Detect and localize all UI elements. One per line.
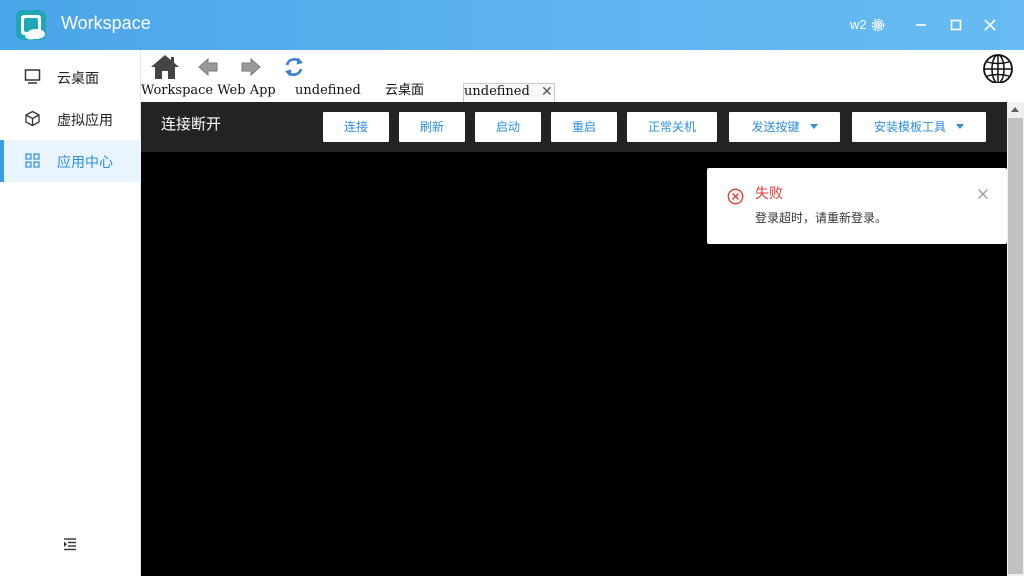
start-button[interactable]: 启动: [475, 112, 541, 142]
toast-message: 登录超时，请重新登录。: [755, 211, 888, 225]
user-name[interactable]: w2: [850, 17, 867, 32]
monitor-icon: [24, 69, 41, 84]
error-circle-icon: [727, 188, 744, 205]
sidebar-item-virtual-apps[interactable]: 虚拟应用: [0, 98, 141, 140]
sidebar-item-label: 虚拟应用: [57, 112, 113, 128]
collapse-menu-icon[interactable]: [62, 536, 78, 552]
scrollbar-thumb[interactable]: [1008, 118, 1023, 574]
back-arrow-icon[interactable]: [197, 57, 219, 77]
connect-button[interactable]: 连接: [323, 112, 389, 142]
globe-icon[interactable]: [982, 53, 1014, 85]
send-keys-label: 发送按键: [751, 120, 800, 134]
sidebar: 云桌面 虚拟应用 应用中心: [0, 50, 141, 576]
minimize-icon[interactable]: [913, 17, 929, 33]
sidebar-item-label: 云桌面: [57, 70, 99, 86]
restart-button[interactable]: 重启: [551, 112, 617, 142]
install-template-tools-label: 安装模板工具: [873, 120, 946, 134]
sidebar-item-label: 应用中心: [57, 154, 113, 170]
sidebar-item-cloud-desktop[interactable]: 云桌面: [0, 56, 141, 98]
send-keys-dropdown[interactable]: 发送按键: [729, 112, 840, 142]
close-icon[interactable]: [982, 17, 998, 33]
shutdown-button[interactable]: 正常关机: [627, 112, 717, 142]
toast-close-icon[interactable]: [977, 188, 989, 200]
refresh-icon[interactable]: [283, 56, 305, 78]
error-toast: 失败 登录超时，请重新登录。: [707, 168, 1007, 244]
tab-cloud-desktop[interactable]: 云桌面: [385, 83, 424, 102]
tab-close-icon[interactable]: ✕: [541, 84, 553, 100]
forward-arrow-icon[interactable]: [240, 57, 262, 77]
refresh-button[interactable]: 刷新: [399, 112, 465, 142]
sidebar-item-app-center[interactable]: 应用中心: [0, 140, 141, 182]
tab-undefined-1[interactable]: undefined: [295, 83, 361, 102]
app-logo-icon: [16, 10, 46, 40]
install-template-tools-dropdown[interactable]: 安装模板工具: [852, 112, 986, 142]
caret-down-icon: [809, 124, 818, 129]
tab-strip: Workspace Web App undefined 云桌面 undefine…: [141, 83, 1024, 102]
gear-icon[interactable]: [870, 17, 886, 33]
grid-icon: [25, 153, 40, 168]
toast-title: 失败: [755, 185, 783, 201]
connection-status: 连接断开: [161, 116, 222, 133]
app-title: Workspace: [61, 13, 151, 33]
maximize-icon[interactable]: [948, 17, 964, 33]
title-bar: Workspace w2: [0, 0, 1024, 50]
scroll-up-arrow-icon[interactable]: [1011, 107, 1019, 112]
browser-toolbar: [141, 50, 1024, 84]
caret-down-icon: [956, 124, 964, 129]
home-icon[interactable]: [149, 53, 181, 81]
session-header: 连接断开 连接 刷新 启动 重启 正常关机 发送按键 安装模板工具: [141, 102, 1007, 152]
tab-workspace-web-app[interactable]: Workspace Web App: [141, 83, 276, 102]
tab-label: undefined: [464, 84, 530, 99]
vertical-scrollbar[interactable]: [1007, 102, 1024, 576]
cube-icon: [25, 110, 40, 127]
